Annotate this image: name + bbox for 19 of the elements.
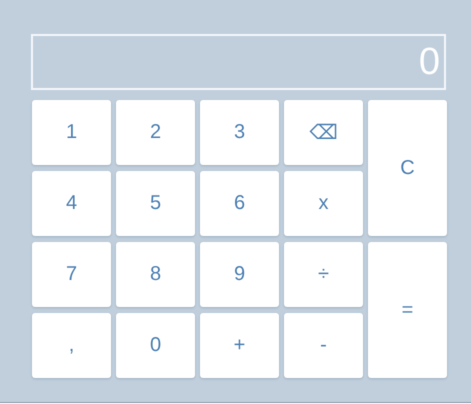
calculator-key[interactable]: 3 [200, 100, 279, 165]
calculator-key[interactable]: ÷ [284, 242, 363, 307]
calculator-key[interactable]: 6 [200, 171, 279, 236]
calculator-key[interactable]: ⌫ [284, 100, 363, 165]
tall-key[interactable]: C [368, 100, 447, 236]
calculator-key[interactable]: + [200, 313, 279, 378]
calculator-key[interactable]: 9 [200, 242, 279, 307]
calculator-key[interactable]: 4 [32, 171, 111, 236]
calculator-key[interactable]: 8 [116, 242, 195, 307]
calculator-key[interactable]: , [32, 313, 111, 378]
display-field: 0 [31, 34, 446, 90]
calculator-key[interactable]: 2 [116, 100, 195, 165]
calculator-key[interactable]: 0 [116, 313, 195, 378]
calculator-key[interactable]: 5 [116, 171, 195, 236]
calculator-key[interactable]: x [284, 171, 363, 236]
calculator-key[interactable]: - [284, 313, 363, 378]
tall-key[interactable]: = [368, 242, 447, 378]
calculator-key[interactable]: 1 [32, 100, 111, 165]
calculator-key[interactable]: 7 [32, 242, 111, 307]
